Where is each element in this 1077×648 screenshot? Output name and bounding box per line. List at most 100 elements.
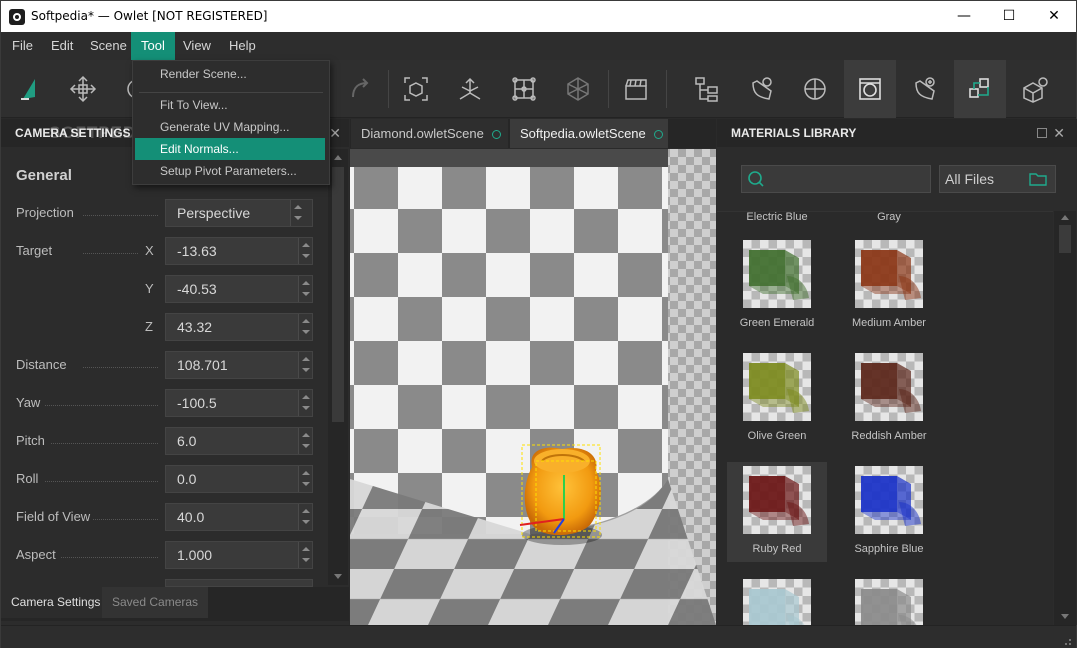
materials-scrollbar[interactable] [1054,211,1076,625]
tab-softpedia-scene[interactable]: Softpedia.owletScene [510,119,668,148]
materials-grid: Electric Blue Gray Green Emerald Medium … [717,211,1053,625]
vertex-grid-icon[interactable] [498,60,550,118]
light-settings-icon[interactable] [735,60,787,118]
close-button[interactable]: ✕ [1031,1,1077,32]
menu-item-edit-normals[interactable]: Edit Normals... [135,138,325,160]
materials-icon[interactable] [954,60,1006,118]
pitch-field[interactable]: 6.0 [165,427,313,455]
material-label-partial: Electric Blue [746,211,808,223]
fov-field[interactable]: 40.0 [165,503,313,531]
minimize-button[interactable]: — [941,1,987,32]
scroll-down-icon[interactable] [1061,614,1069,619]
materials-search-input[interactable] [741,165,931,193]
menu-item-setup-pivot[interactable]: Setup Pivot Parameters... [135,160,325,182]
axes-tool-icon[interactable] [444,60,496,118]
menu-tool[interactable]: Tool [131,32,175,60]
material-item[interactable]: Medium Amber [839,236,939,336]
title-bar: Softpedia* — Owlet [NOT REGISTERED] — ☐ … [1,1,1076,32]
material-item[interactable]: Olive Green [727,349,827,449]
folder-icon[interactable] [1029,172,1047,186]
scroll-up-icon[interactable] [334,155,342,160]
hierarchy-icon[interactable] [681,60,733,118]
material-item[interactable] [839,575,939,625]
spinner-icon[interactable] [298,466,312,492]
mesh-tool-icon[interactable] [552,60,604,118]
light-add-icon[interactable] [898,60,950,118]
material-item[interactable]: Green Emerald [727,236,827,336]
target-y-label: Y [145,281,154,296]
owlet-app-icon [9,9,25,25]
object-settings-icon[interactable] [1009,60,1061,118]
target-z-field[interactable]: 43.32 [165,313,313,341]
status-bar [1,625,1076,648]
tab-camera-settings[interactable]: Camera Settings [1,587,111,618]
material-thumbnail [743,240,811,308]
window-title: Softpedia* — Owlet [NOT REGISTERED] [31,9,268,23]
distance-field[interactable]: 108.701 [165,351,313,379]
material-thumbnail [743,579,811,625]
material-label: Medium Amber [852,317,926,329]
redo-icon[interactable] [335,60,387,118]
select-tool-icon[interactable] [3,60,55,118]
menu-item-generate-uv-mapping[interactable]: Generate UV Mapping... [135,116,325,138]
aspect-field[interactable]: 1.000 [165,541,313,569]
yaw-field[interactable]: -100.5 [165,389,313,417]
tab-saved-cameras[interactable]: Saved Cameras [102,587,209,618]
fov-label: Field of View [16,509,91,524]
material-item[interactable]: Reddish Amber [839,349,939,449]
material-thumbnail [743,466,811,534]
camera-panel-icon[interactable] [844,60,896,118]
spinner-icon[interactable] [298,390,312,416]
material-item-selected[interactable]: Ruby Red [727,462,827,562]
menu-item-render-scene[interactable]: Render Scene... [135,63,325,85]
panel-maximize-icon[interactable] [1037,128,1047,138]
spinner-icon[interactable] [298,428,312,454]
projection-select[interactable]: Perspective [165,199,313,227]
scroll-thumb[interactable] [332,167,344,422]
materials-library-panel: MATERIALS LIBRARY ✕ All Files Electric B… [717,119,1077,625]
target-label: Target [16,243,53,258]
target-y-field[interactable]: -40.53 [165,275,313,303]
move-tool-icon[interactable] [57,60,109,118]
scroll-down-icon[interactable] [334,574,342,579]
sphere-icon[interactable] [789,60,841,118]
material-thumbnail [855,579,923,625]
resize-grip-icon[interactable] [1062,636,1072,646]
spinner-icon[interactable] [298,352,312,378]
spinner-icon[interactable] [298,314,312,340]
file-filter-select[interactable]: All Files [939,165,1056,193]
app-window: Softpedia* — Owlet [NOT REGISTERED] — ☐ … [0,0,1077,648]
material-label-partial: Gray [877,211,901,223]
menu-file[interactable]: File [2,32,43,60]
tab-diamond-scene[interactable]: Diamond.owletScene [351,119,508,148]
target-x-field[interactable]: -13.63 [165,237,313,265]
material-item[interactable] [727,575,827,625]
menu-help[interactable]: Help [219,32,266,60]
spinner-icon[interactable] [298,238,312,264]
aspect-label: Aspect [16,547,56,562]
panel-close-icon[interactable]: ✕ [329,119,341,147]
clapperboard-icon[interactable] [610,60,662,118]
panel-close-icon[interactable]: ✕ [1053,119,1065,147]
materials-title: MATERIALS LIBRARY [731,126,857,140]
target-z-label: Z [145,319,153,334]
camera-bottom-tabs: Camera Settings Saved Cameras [1,587,349,621]
menu-edit[interactable]: Edit [41,32,83,60]
material-item[interactable]: Sapphire Blue [839,462,939,562]
menu-item-fit-to-view[interactable]: Fit To View... [135,94,325,116]
left-scrollbar[interactable] [328,149,348,585]
scroll-up-icon[interactable] [1061,215,1069,220]
frame-selection-icon[interactable] [390,60,442,118]
render-viewport[interactable] [350,149,716,625]
pitch-label: Pitch [16,433,45,448]
spinner-icon[interactable] [298,276,312,302]
spinner-icon[interactable] [298,542,312,568]
maximize-button[interactable]: ☐ [986,1,1032,32]
roll-field[interactable]: 0.0 [165,465,313,493]
menu-scene[interactable]: Scene [80,32,137,60]
scroll-thumb[interactable] [1059,225,1071,253]
spinner-icon[interactable] [298,504,312,530]
menu-view[interactable]: View [173,32,221,60]
menu-bar: File Edit Scene Tool View Help [1,32,1076,60]
yaw-label: Yaw [16,395,41,410]
